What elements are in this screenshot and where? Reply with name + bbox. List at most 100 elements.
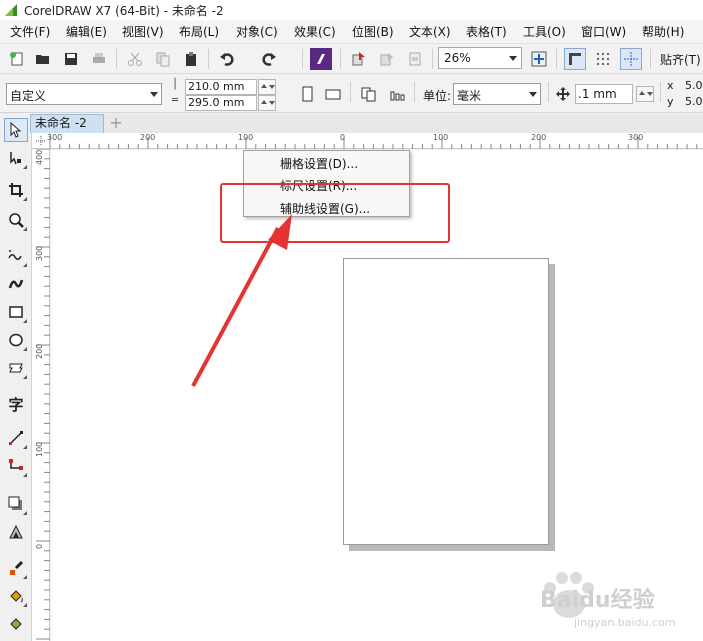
drawing-units-value: 毫米: [457, 89, 482, 103]
shape-tool-icon[interactable]: [4, 146, 28, 170]
ruler-tick-label: 100: [433, 133, 449, 142]
flyout-indicator: [23, 197, 27, 201]
menu-window[interactable]: 窗口(W): [581, 23, 626, 40]
add-tab-icon[interactable]: +: [108, 115, 124, 132]
publish-pdf-icon[interactable]: [404, 48, 426, 70]
pick-tool-icon[interactable]: [4, 118, 28, 142]
copy-icon[interactable]: [152, 48, 174, 70]
menu-file[interactable]: 文件(F): [10, 23, 50, 40]
save-icon[interactable]: [60, 48, 82, 70]
print-icon[interactable]: [88, 48, 110, 70]
menu-tools[interactable]: 工具(O): [523, 23, 566, 40]
export-icon[interactable]: [376, 48, 398, 70]
snap-to-menu[interactable]: 贴齐(T): [660, 51, 701, 68]
menu-object[interactable]: 对象(C): [236, 23, 278, 40]
import-icon[interactable]: [348, 48, 370, 70]
menu-view[interactable]: 视图(V): [122, 23, 164, 40]
crop-tool-icon[interactable]: [4, 178, 28, 202]
annotation-highlight-box: [220, 183, 450, 243]
ruler-tick-label: 300: [35, 245, 44, 261]
page-width-field[interactable]: 210.0 mm: [185, 79, 257, 95]
flyout-indicator: [23, 603, 27, 607]
ruler-tick-label: 0: [340, 133, 346, 142]
menu-edit[interactable]: 编辑(E): [66, 23, 107, 40]
standard-toolbar: [0, 44, 703, 106]
current-page-icon[interactable]: [386, 83, 408, 105]
menu-effects[interactable]: 效果(C): [294, 23, 336, 40]
redo-icon[interactable]: [258, 48, 280, 70]
ellipse-tool-icon[interactable]: [4, 328, 28, 352]
flyout-indicator: [23, 347, 27, 351]
vertical-ruler[interactable]: 400 300 200 100 0: [32, 149, 50, 641]
portrait-orientation-icon[interactable]: [296, 83, 318, 105]
zoom-tool-icon[interactable]: [4, 208, 28, 232]
paste-icon[interactable]: [180, 48, 202, 70]
interactive-fill-tool-icon[interactable]: [4, 584, 28, 608]
page-height-stepper[interactable]: [258, 95, 276, 111]
flyout-indicator: [23, 575, 27, 579]
page-height-icon: ═: [172, 95, 179, 106]
document-tab[interactable]: 未命名 -2: [30, 114, 104, 133]
ruler-tick-label: 400: [35, 149, 44, 165]
color-eyedropper-tool-icon[interactable]: [4, 556, 28, 580]
page-width-stepper[interactable]: [258, 79, 276, 95]
show-rulers-icon[interactable]: [564, 48, 586, 70]
rectangle-tool-icon[interactable]: [4, 300, 28, 324]
toolbar-separator: [432, 49, 433, 69]
chevron-down-icon: [150, 92, 158, 97]
toolbar-separator: [116, 49, 117, 69]
duplicate-distance-x-label: x: [667, 79, 674, 92]
menu-bar: 文件(F) 编辑(E) 视图(V) 布局(L) 对象(C) 效果(C) 位图(B…: [0, 20, 703, 44]
ruler-tick-label: 100: [238, 133, 254, 142]
landscape-orientation-icon[interactable]: [322, 83, 344, 105]
menu-bitmaps[interactable]: 位图(B): [352, 23, 394, 40]
duplicate-distance-y-field[interactable]: 5.0: [685, 95, 703, 108]
page-height-field[interactable]: 295.0 mm: [185, 95, 257, 111]
smart-fill-tool-icon[interactable]: [4, 612, 28, 636]
page-size-preset-select[interactable]: 自定义: [6, 83, 162, 105]
search-content-icon[interactable]: [310, 48, 332, 70]
show-grid-icon[interactable]: [592, 48, 614, 70]
menu-table[interactable]: 表格(T): [466, 23, 507, 40]
artistic-media-tool-icon[interactable]: [4, 272, 28, 296]
transparency-tool-icon[interactable]: [4, 520, 28, 544]
flyout-indicator: [23, 165, 27, 169]
menu-help[interactable]: 帮助(H): [642, 23, 684, 40]
document-page[interactable]: [343, 258, 549, 545]
nudge-distance-field[interactable]: .1 mm: [575, 84, 633, 104]
document-tab-strip: [32, 114, 703, 133]
all-pages-icon[interactable]: [358, 83, 380, 105]
menu-item-grid-setup[interactable]: 栅格设置(D)...: [280, 155, 358, 172]
chevron-down-icon: [509, 56, 517, 61]
unit-label: 单位:: [423, 89, 452, 103]
drawing-units-select[interactable]: 毫米: [453, 83, 541, 105]
toolbar-separator: [302, 49, 303, 69]
show-guidelines-icon[interactable]: [620, 48, 642, 70]
parallel-dimension-tool-icon[interactable]: [4, 426, 28, 450]
cut-icon[interactable]: [124, 48, 146, 70]
toolbar-separator: [548, 82, 549, 102]
menu-layout[interactable]: 布局(L): [179, 23, 219, 40]
freehand-tool-icon[interactable]: [4, 244, 28, 268]
undo-icon[interactable]: [216, 48, 238, 70]
watermark-url: jingyan.baidu.com: [574, 616, 676, 629]
new-document-icon[interactable]: [6, 48, 28, 70]
title-bar: CorelDRAW X7 (64-Bit) - 未命名 -2: [0, 0, 703, 20]
open-folder-icon[interactable]: [32, 48, 54, 70]
duplicate-distance-x-field[interactable]: 5.0: [685, 79, 703, 92]
zoom-to-page-icon[interactable]: [528, 48, 550, 70]
nudge-distance-icon: [552, 83, 574, 105]
duplicate-distance-y-label: y: [667, 95, 674, 108]
connector-tool-icon[interactable]: [4, 454, 28, 478]
drop-shadow-tool-icon[interactable]: [4, 492, 28, 516]
nudge-distance-stepper[interactable]: [636, 86, 654, 102]
baidu-watermark: Baidu经验 jingyan.baidu.com: [536, 564, 696, 636]
page-size-preset-value: 自定义: [10, 89, 47, 103]
text-tool-icon[interactable]: 字: [4, 392, 28, 416]
ruler-tick-label: 300: [628, 133, 644, 142]
toolbar-separator: [208, 49, 209, 69]
menu-text[interactable]: 文本(X): [409, 23, 451, 40]
zoom-level-select[interactable]: 26%: [438, 47, 522, 69]
horizontal-ruler[interactable]: 300 200 100 0 100 200 300: [47, 133, 703, 149]
polygon-tool-icon[interactable]: [4, 356, 28, 380]
